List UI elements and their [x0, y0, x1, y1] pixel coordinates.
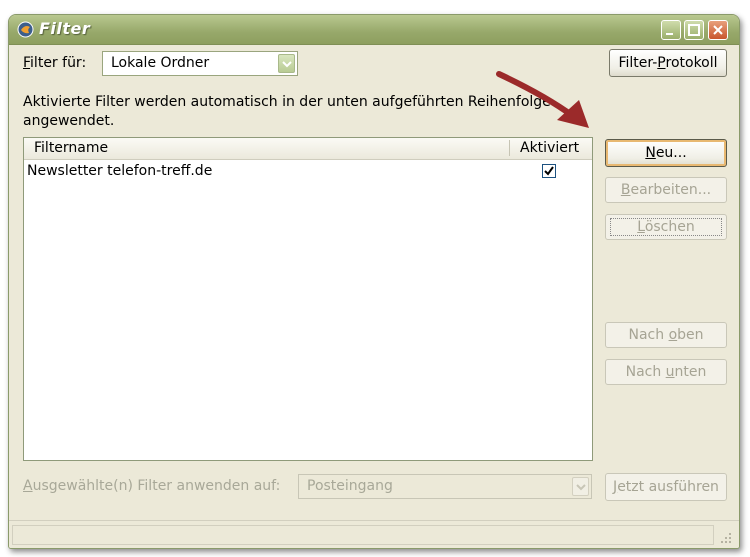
table-row[interactable]: Newsletter telefon-treff.de: [24, 161, 592, 183]
move-down-label-accel: u: [665, 364, 675, 380]
status-bar: [9, 520, 739, 548]
checkmark-icon: [544, 166, 554, 176]
filter-active-checkbox[interactable]: [542, 164, 556, 178]
status-panel: [12, 525, 714, 545]
delete-button[interactable]: Löschen: [605, 214, 727, 240]
minimize-icon: [666, 33, 673, 35]
run-now-button[interactable]: Jetzt ausführen: [605, 473, 727, 501]
move-down-label-b: nten: [674, 364, 707, 380]
chevron-down-icon: [576, 484, 586, 491]
info-text-line1: Aktivierte Filter werden automatisch in …: [23, 94, 551, 110]
filter-list[interactable]: Filtername Aktiviert Newsletter telefon-…: [23, 137, 593, 461]
title-bar[interactable]: Filter: [9, 15, 739, 45]
apply-to-dropdown-button[interactable]: [572, 477, 589, 496]
info-text-line2: angewendet.: [23, 113, 115, 129]
filter-for-label-text: ilter für:: [30, 55, 87, 71]
edit-button[interactable]: Bearbeiten...: [605, 177, 727, 203]
move-down-label-a: Nach: [625, 364, 666, 380]
move-up-button[interactable]: Nach oben: [605, 322, 727, 348]
move-up-label-accel: o: [668, 327, 678, 343]
maximize-button[interactable]: [684, 20, 704, 40]
new-button[interactable]: Neu...: [605, 139, 727, 167]
resize-grip-icon[interactable]: [719, 531, 733, 545]
run-now-label-text: etzt ausführen: [617, 479, 719, 495]
filter-for-value: Lokale Ordner: [111, 55, 210, 71]
list-header: Filtername Aktiviert: [24, 138, 592, 160]
filter-for-label: Filter für:: [23, 55, 86, 71]
apply-to-label: Ausgewählte(n) Filter anwenden auf:: [23, 478, 280, 494]
apply-to-label-text: usgewählte(n) Filter anwenden auf:: [32, 478, 281, 494]
filter-for-label-accel: F: [23, 55, 31, 71]
column-separator[interactable]: [509, 140, 510, 156]
filter-dialog: Filter Filter für: Lokale Ordner Filter-…: [8, 14, 740, 549]
move-up-label-a: Nach: [628, 327, 669, 343]
window-title: Filter: [39, 19, 91, 38]
filter-name: Newsletter telefon-treff.de: [27, 163, 213, 179]
apply-to-value: Posteingang: [307, 478, 393, 494]
filter-log-label-accel: P: [657, 55, 666, 71]
apply-to-label-accel: A: [23, 478, 33, 494]
new-label-accel: N: [645, 145, 656, 161]
chevron-down-icon: [282, 61, 292, 68]
filter-for-dropdown-button[interactable]: [278, 54, 295, 73]
filter-for-select[interactable]: Lokale Ordner: [102, 51, 298, 76]
minimize-button[interactable]: [661, 20, 681, 40]
close-icon: [713, 25, 723, 35]
close-button[interactable]: [708, 20, 728, 40]
delete-label: Löschen: [610, 218, 722, 236]
move-up-label-b: ben: [677, 327, 704, 343]
edit-label-text: earbeiten...: [630, 182, 712, 198]
filter-log-button[interactable]: Filter-Protokoll: [609, 49, 727, 77]
filter-log-label-b: rotokoll: [665, 55, 718, 71]
maximize-icon: [688, 24, 700, 36]
column-header-filtername[interactable]: Filtername: [34, 140, 108, 156]
move-down-button[interactable]: Nach unten: [605, 359, 727, 385]
column-header-active[interactable]: Aktiviert: [520, 140, 579, 156]
filter-log-label-a: Filter-: [618, 55, 658, 71]
app-icon: [17, 21, 34, 38]
apply-to-select[interactable]: Posteingang: [298, 474, 592, 499]
new-label-text: eu...: [655, 145, 687, 161]
delete-label-accel: L: [637, 219, 645, 235]
annotation-arrow-icon: [496, 71, 589, 128]
delete-label-text: öschen: [644, 219, 695, 235]
